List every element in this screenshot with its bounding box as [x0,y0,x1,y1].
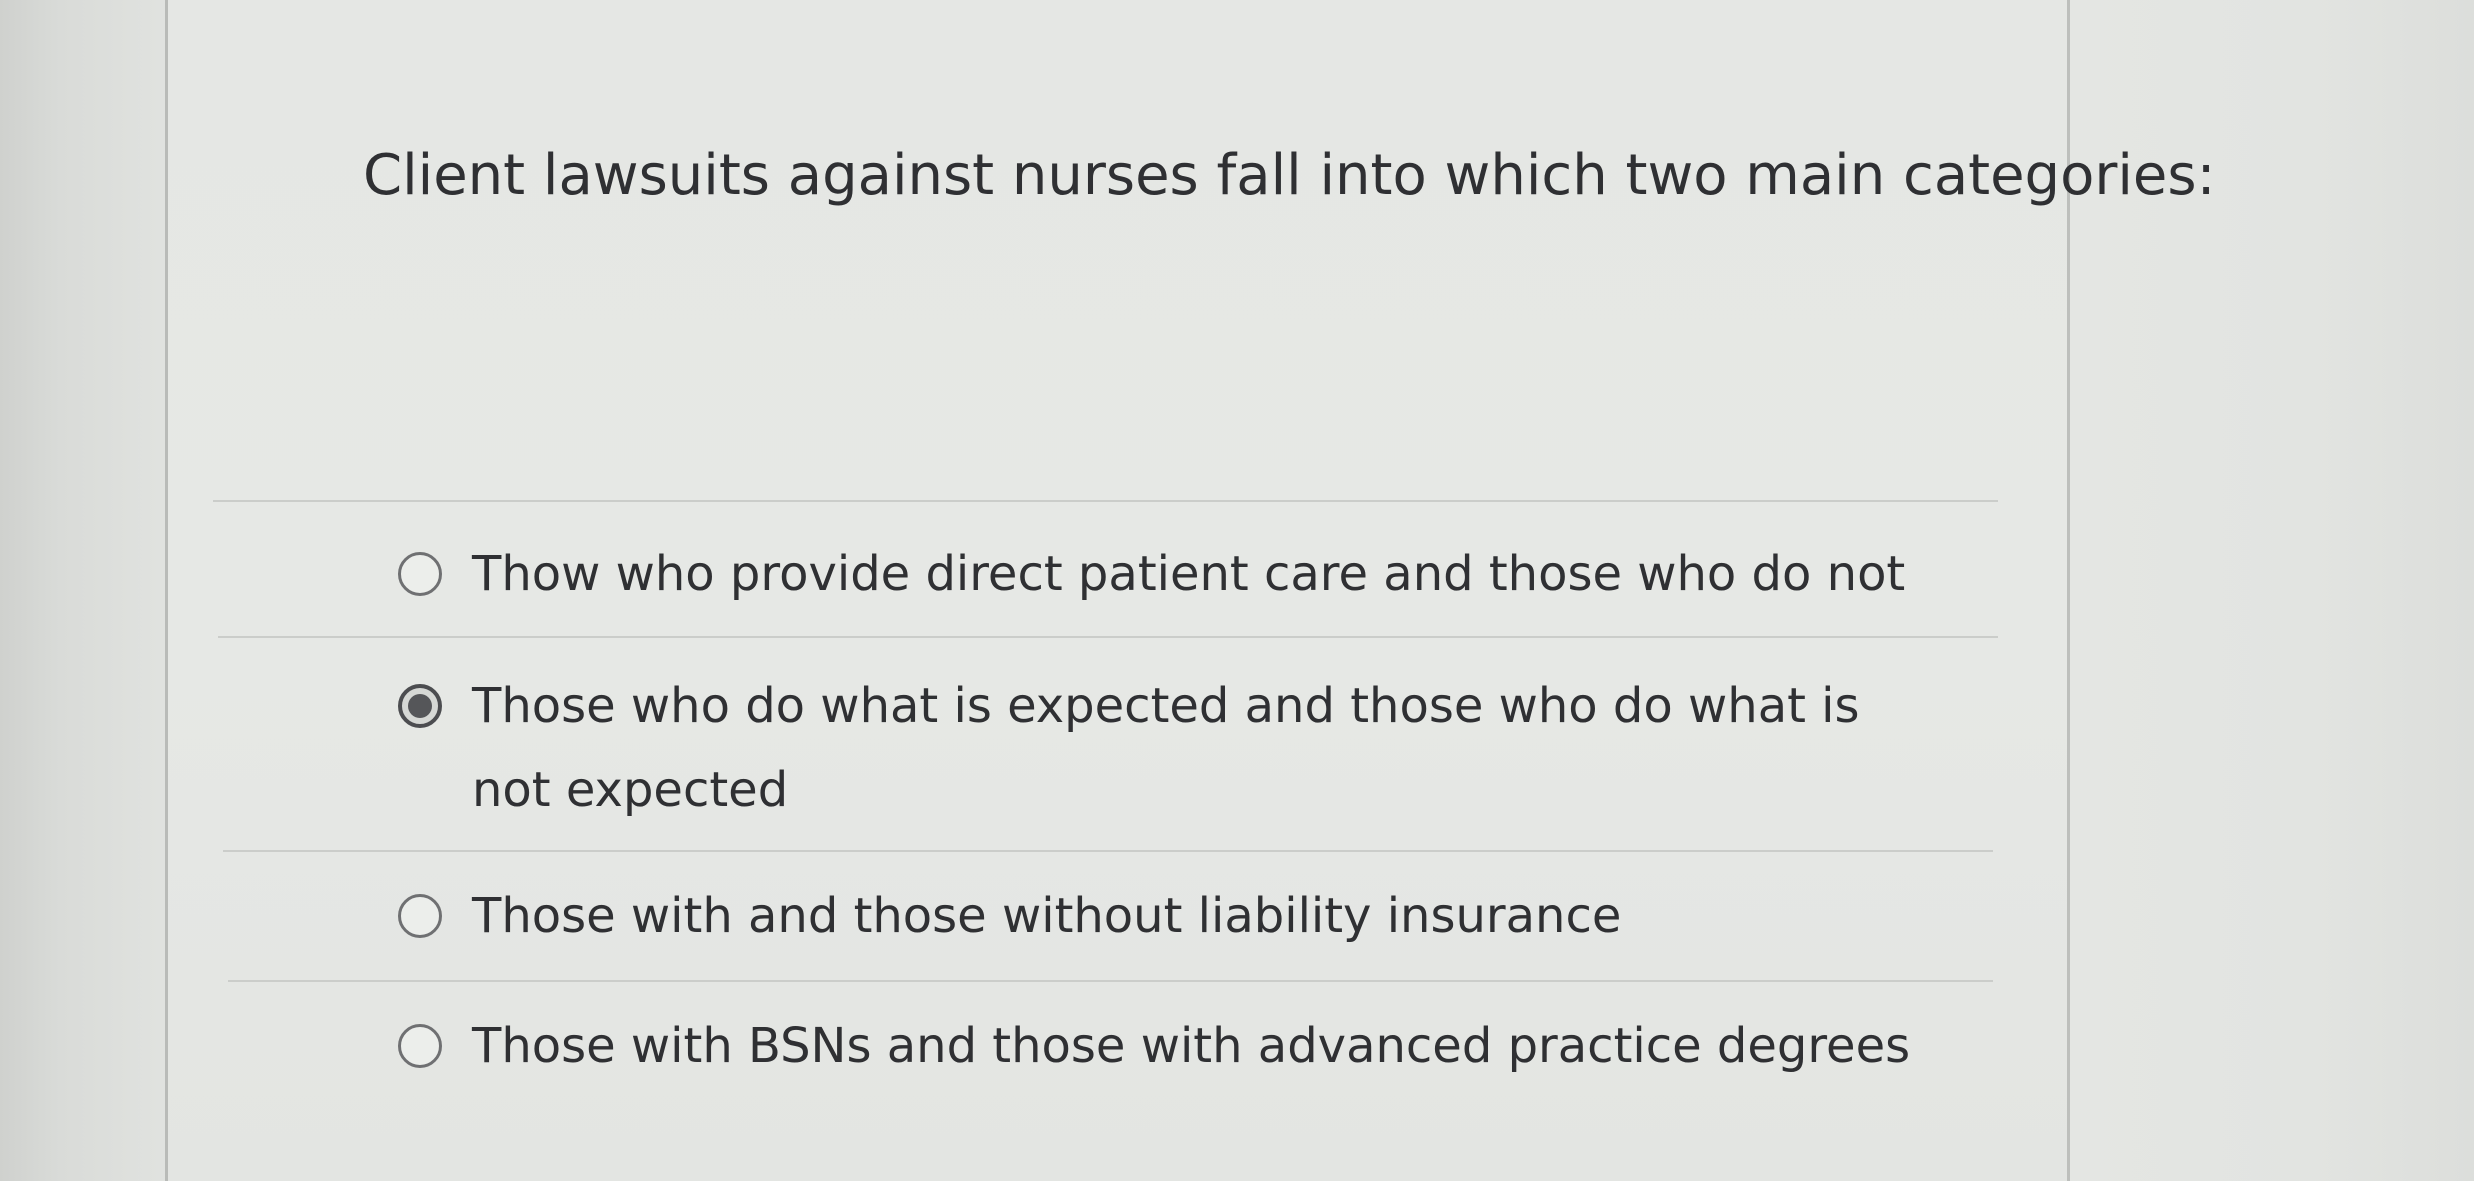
answer-choice-1[interactable]: Thow who provide direct patient care and… [398,540,2098,616]
choice-label: Those with and those without liability i… [472,888,1622,944]
divider-top [213,500,1998,502]
answer-choice-3[interactable]: Those with and those without liability i… [398,882,2098,958]
radio-button-icon[interactable] [398,894,442,938]
choice-label: Those with BSNs and those with advanced … [472,1018,1911,1074]
radio-button-selected-icon[interactable] [398,684,442,728]
answer-choice-4[interactable]: Those with BSNs and those with advanced … [398,1012,2098,1088]
question-text: Client lawsuits against nurses fall into… [363,143,2216,208]
choice-label: Those who do what is expected and those … [472,678,1860,818]
radio-button-icon[interactable] [398,1024,442,1068]
choice-label: Thow who provide direct patient care and… [472,546,1906,602]
answer-choice-2[interactable]: Those who do what is expected and those … [398,672,2098,832]
radio-button-icon[interactable] [398,552,442,596]
divider [228,980,1993,982]
quiz-question-panel: Client lawsuits against nurses fall into… [165,0,2215,1181]
divider [218,636,1998,638]
divider [223,850,1993,852]
radio-dot-icon [408,694,432,718]
